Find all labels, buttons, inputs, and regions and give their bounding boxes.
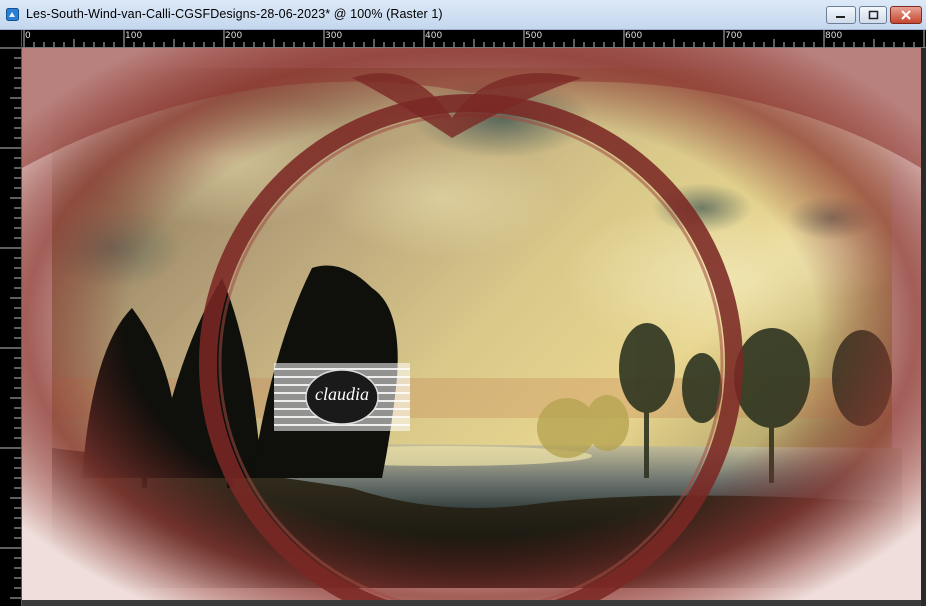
window-title: Les-South-Wind-van-Calli-CGSFDesigns-28-… <box>26 7 443 21</box>
artwork <box>22 48 921 600</box>
restore-icon <box>868 10 879 20</box>
ruler-label: 700 <box>725 31 743 41</box>
app-icon <box>6 8 19 21</box>
ruler-label: 400 <box>425 31 443 41</box>
ruler-label: 100 <box>125 31 143 41</box>
horizontal-ruler: 0 100 200 300 400 500 600 700 800 <box>22 30 926 48</box>
title-bar[interactable]: Les-South-Wind-van-Calli-CGSFDesigns-28-… <box>0 0 926 30</box>
maximize-button[interactable] <box>859 6 887 24</box>
close-button[interactable] <box>890 6 922 24</box>
ruler-label: 600 <box>625 31 643 41</box>
minimize-icon <box>836 16 845 18</box>
minimize-button[interactable] <box>826 6 856 24</box>
ruler-label: 500 <box>525 31 543 41</box>
ruler-label: 0 <box>25 31 31 41</box>
ruler-label: 200 <box>225 31 243 41</box>
image-window: Les-South-Wind-van-Calli-CGSFDesigns-28-… <box>0 0 926 606</box>
horizontal-scrollbar[interactable] <box>22 600 921 606</box>
close-icon <box>901 10 911 20</box>
ruler-label: 800 <box>825 31 843 41</box>
claudia-logo: claudia <box>274 363 410 431</box>
logo-text: claudia <box>315 384 369 404</box>
vertical-ruler <box>0 30 22 606</box>
ruler-label: 300 <box>325 31 343 41</box>
image-canvas[interactable]: claudia <box>22 48 921 600</box>
vertical-scrollbar[interactable] <box>921 48 926 606</box>
